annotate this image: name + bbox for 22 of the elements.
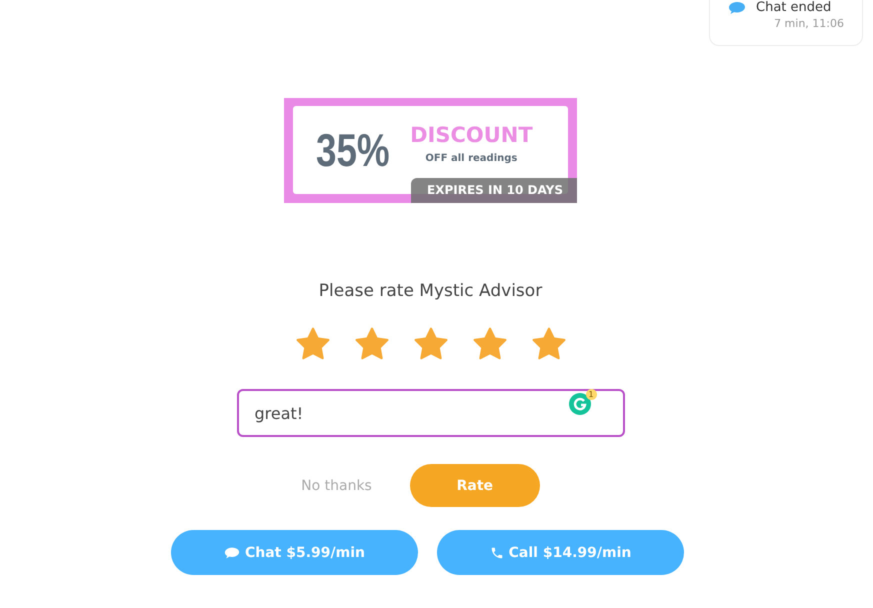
notification-badge: 1 <box>586 389 596 400</box>
discount-subline: OFF all readings <box>425 152 518 164</box>
star-icon[interactable] <box>294 327 330 361</box>
expiry-label: EXPIRES IN 10 DAYS <box>411 178 577 203</box>
star-icon[interactable] <box>412 327 448 361</box>
no-thanks-link[interactable]: No thanks <box>301 478 372 494</box>
status-title: Chat ended <box>756 0 832 15</box>
discount-amount: 35% <box>316 123 390 177</box>
star-icon[interactable] <box>530 327 566 361</box>
call-button[interactable]: Call $14.99/min <box>437 530 684 575</box>
status-time: 7 min, 11:06 <box>774 17 844 30</box>
chat-bubble-icon <box>224 546 240 560</box>
discount-headline: DISCOUNT <box>410 122 533 146</box>
rating-prompt: Please rate Mystic Advisor <box>318 281 542 301</box>
review-input[interactable]: great! 1 <box>236 389 624 437</box>
phone-icon <box>490 546 504 560</box>
rate-button[interactable]: Rate <box>410 464 540 507</box>
star-icon[interactable] <box>472 327 508 361</box>
chat-bubble-icon <box>728 0 746 14</box>
star-icon[interactable] <box>354 327 390 361</box>
chat-button[interactable]: Chat $5.99/min <box>171 530 418 575</box>
star-rating[interactable] <box>294 327 566 361</box>
